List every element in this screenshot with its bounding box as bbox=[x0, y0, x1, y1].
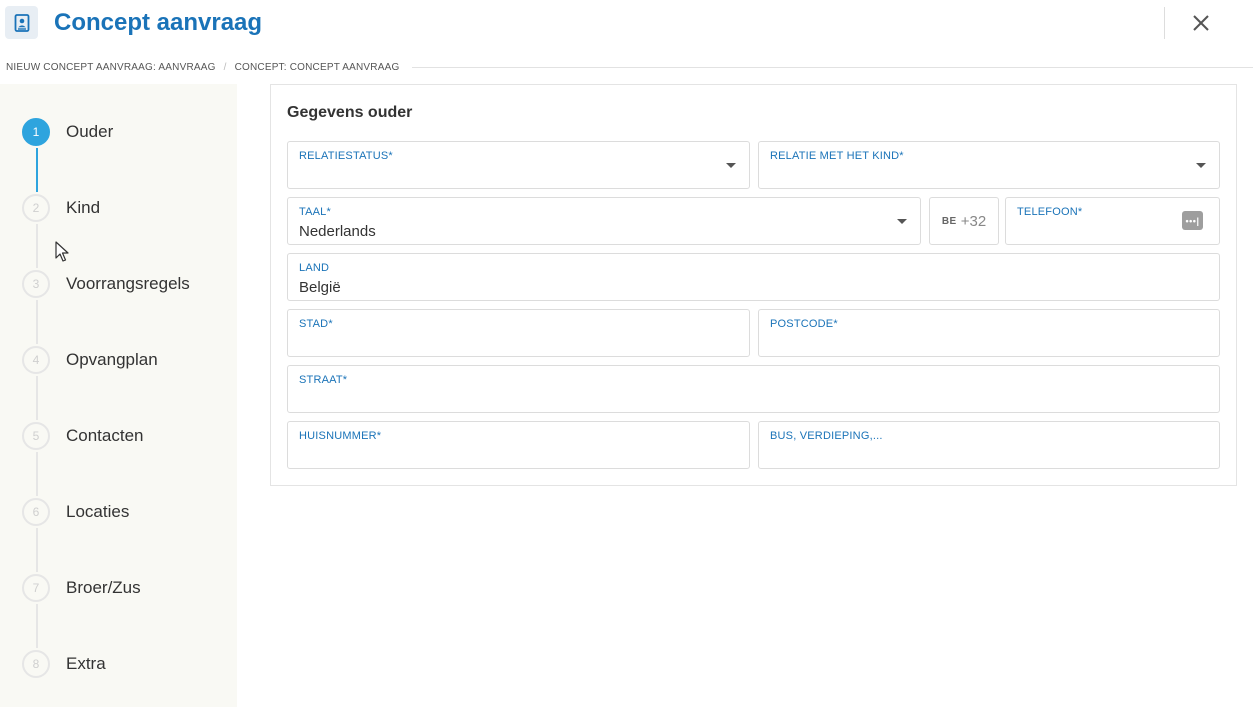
field-label: STRAAT* bbox=[299, 374, 348, 386]
step-label: Locaties bbox=[66, 502, 130, 521]
breadcrumb-divider bbox=[412, 67, 1253, 68]
password-manager-icon[interactable]: •••| bbox=[1182, 211, 1203, 230]
step-opvangplan[interactable]: 4 Opvangplan bbox=[22, 344, 158, 376]
step-number: 5 bbox=[22, 422, 50, 450]
phone-prefix-code: +32 bbox=[960, 212, 987, 230]
breadcrumb-item-aanvraag[interactable]: NIEUW CONCEPT AANVRAAG: AANVRAAG bbox=[6, 62, 216, 73]
breadcrumb-separator: / bbox=[223, 62, 227, 73]
caret-down-icon bbox=[1196, 163, 1206, 168]
step-number: 8 bbox=[22, 650, 50, 678]
straat-input[interactable]: STRAAT* bbox=[287, 365, 1220, 413]
step-connector bbox=[36, 604, 38, 648]
field-label: RELATIE MET HET KIND* bbox=[770, 150, 904, 162]
field-value: België bbox=[299, 279, 341, 296]
step-contacten[interactable]: 5 Contacten bbox=[22, 420, 144, 452]
header-divider bbox=[1164, 7, 1165, 39]
step-number: 2 bbox=[22, 194, 50, 222]
field-label: BUS, VERDIEPING,... bbox=[770, 430, 883, 442]
step-connector bbox=[36, 224, 38, 268]
step-number: 7 bbox=[22, 574, 50, 602]
field-label: TELEFOON* bbox=[1017, 206, 1083, 218]
step-extra[interactable]: 8 Extra bbox=[22, 648, 106, 680]
step-locaties[interactable]: 6 Locaties bbox=[22, 496, 129, 528]
step-number: 1 bbox=[22, 118, 50, 146]
stad-input[interactable]: STAD* bbox=[287, 309, 750, 357]
field-label: STAD* bbox=[299, 318, 333, 330]
step-connector bbox=[36, 528, 38, 572]
phone-prefix-select[interactable]: BE +32 bbox=[929, 197, 999, 245]
step-label: Extra bbox=[66, 654, 106, 673]
step-connector bbox=[36, 300, 38, 344]
close-button[interactable] bbox=[1188, 10, 1214, 36]
postcode-input[interactable]: POSTCODE* bbox=[758, 309, 1220, 357]
relatie-met-kind-select[interactable]: RELATIE MET HET KIND* bbox=[758, 141, 1220, 189]
land-input[interactable]: LAND België bbox=[287, 253, 1220, 301]
contact-book-icon bbox=[5, 6, 38, 39]
step-broer-zus[interactable]: 7 Broer/Zus bbox=[22, 572, 141, 604]
step-label: Voorrangsregels bbox=[66, 274, 190, 293]
field-label: HUISNUMMER* bbox=[299, 430, 382, 442]
step-label: Contacten bbox=[66, 426, 144, 445]
taal-select[interactable]: TAAL* Nederlands bbox=[287, 197, 921, 245]
field-label: RELATIESTATUS* bbox=[299, 150, 393, 162]
step-ouder[interactable]: 1 Ouder bbox=[22, 116, 113, 148]
step-voorrangsregels[interactable]: 3 Voorrangsregels bbox=[22, 268, 190, 300]
header: Concept aanvraag bbox=[0, 0, 1253, 50]
telefoon-input[interactable]: TELEFOON* •••| bbox=[1005, 197, 1220, 245]
field-label: LAND bbox=[299, 262, 330, 274]
caret-down-icon bbox=[726, 163, 736, 168]
mouse-cursor-icon bbox=[55, 241, 69, 262]
huisnummer-input[interactable]: HUISNUMMER* bbox=[287, 421, 750, 469]
step-connector bbox=[36, 376, 38, 420]
field-label: POSTCODE* bbox=[770, 318, 838, 330]
country-flag-icon: BE bbox=[941, 215, 957, 227]
step-label: Kind bbox=[66, 198, 101, 217]
step-number: 6 bbox=[22, 498, 50, 526]
caret-down-icon bbox=[897, 219, 907, 224]
step-label: Ouder bbox=[66, 122, 114, 141]
step-connector bbox=[36, 452, 38, 496]
close-icon bbox=[1193, 15, 1209, 31]
breadcrumb: NIEUW CONCEPT AANVRAAG: AANVRAAG / CONCE… bbox=[6, 62, 399, 73]
step-kind[interactable]: 2 Kind bbox=[22, 192, 100, 224]
bus-verdieping-input[interactable]: BUS, VERDIEPING,... bbox=[758, 421, 1220, 469]
step-label: Broer/Zus bbox=[66, 578, 141, 597]
page-title: Concept aanvraag bbox=[54, 9, 263, 36]
step-number: 3 bbox=[22, 270, 50, 298]
step-number: 4 bbox=[22, 346, 50, 374]
form-title: Gegevens ouder bbox=[287, 104, 413, 121]
breadcrumb-item-concept[interactable]: CONCEPT: CONCEPT AANVRAAG bbox=[235, 62, 400, 73]
relatiestatus-select[interactable]: RELATIESTATUS* bbox=[287, 141, 750, 189]
field-label: TAAL* bbox=[299, 206, 331, 218]
field-value: Nederlands bbox=[299, 223, 376, 240]
step-connector bbox=[36, 148, 38, 192]
step-label: Opvangplan bbox=[66, 350, 158, 369]
